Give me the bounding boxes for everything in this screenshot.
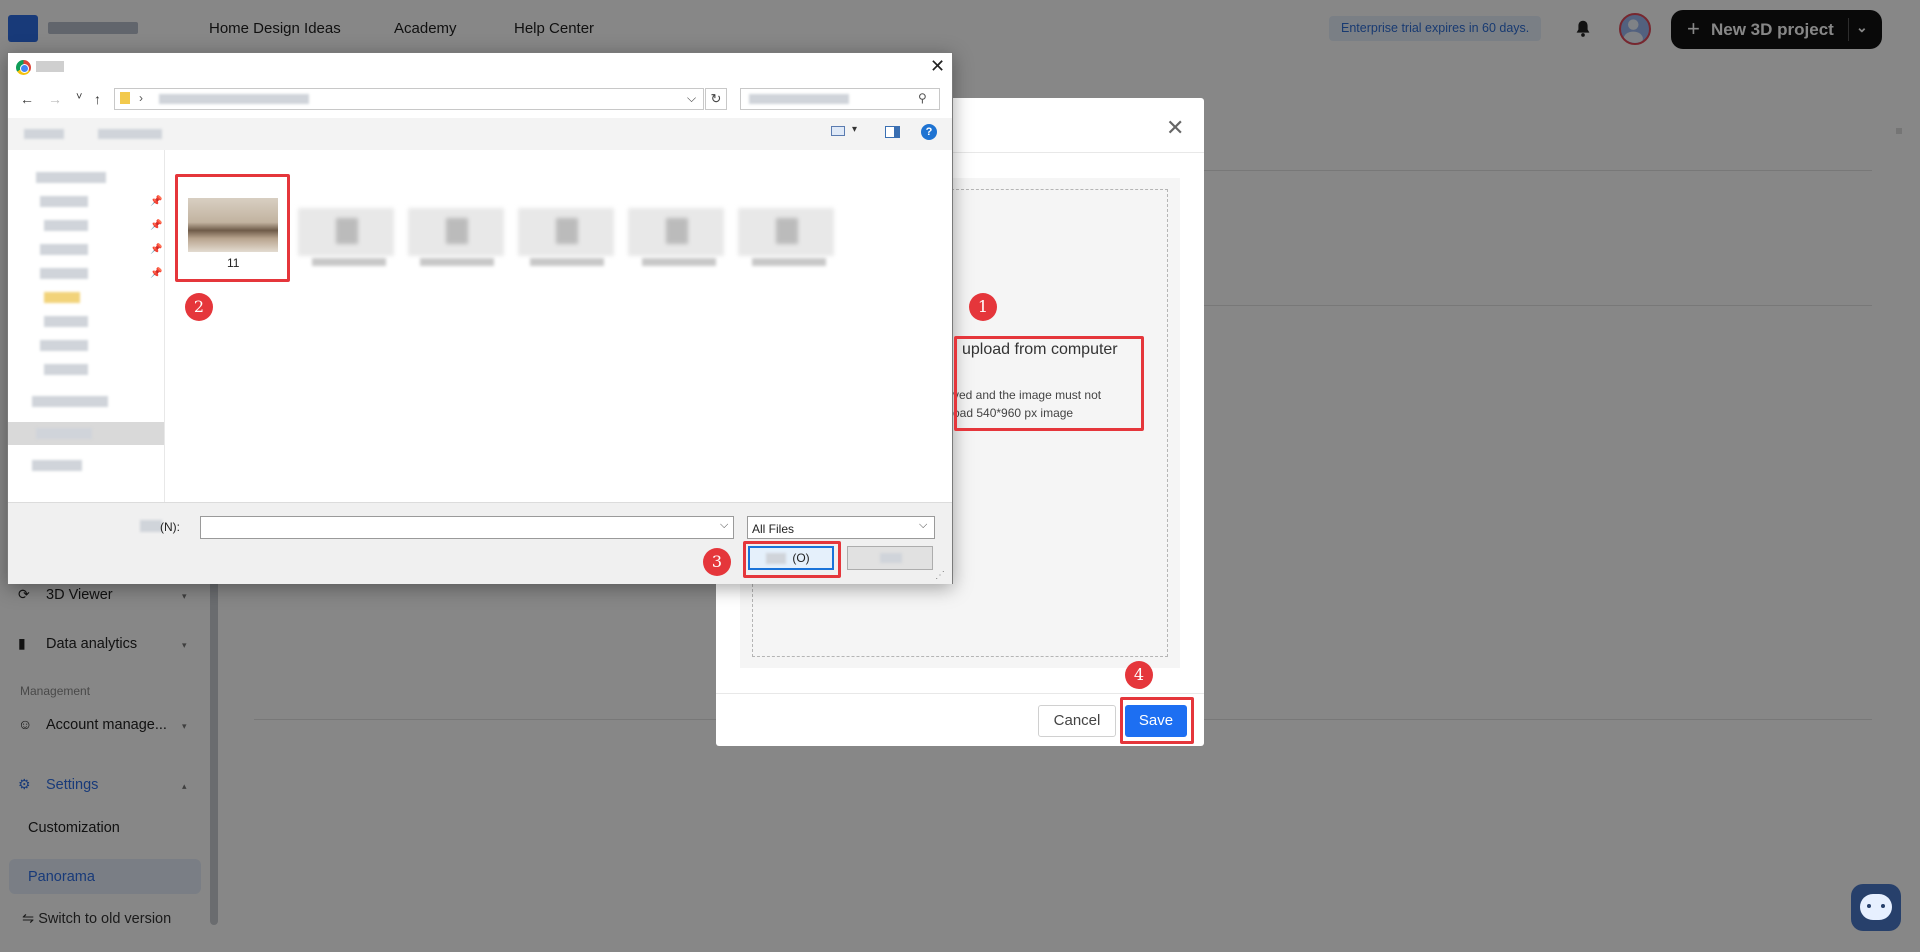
chevron-down-icon[interactable]: ⌵ [720, 519, 728, 532]
address-bar[interactable]: › ⌵ [114, 88, 704, 110]
file-thumbnail-redacted[interactable] [408, 208, 504, 256]
refresh-icon[interactable]: ↻ [705, 88, 727, 110]
file-thumbnail-redacted[interactable] [628, 208, 724, 256]
nav-item-pinned-folder[interactable] [40, 244, 88, 255]
divider [716, 693, 1204, 694]
chat-support-icon[interactable] [1851, 884, 1901, 931]
new-folder-button-redacted[interactable] [98, 129, 162, 139]
nav-item-folder[interactable] [44, 292, 80, 303]
nav-item-this-pc[interactable] [32, 396, 108, 407]
filename-input[interactable] [200, 516, 734, 539]
search-placeholder-redacted [749, 94, 849, 104]
pin-icon: 📌 [150, 268, 163, 279]
nav-item-folder[interactable] [44, 316, 88, 327]
path-redacted [159, 94, 309, 104]
file-thumbnail-redacted[interactable] [738, 208, 834, 256]
nav-item-quick-access[interactable] [36, 172, 106, 183]
pin-icon: 📌 [150, 244, 163, 255]
annotation-badge-2: 2 [185, 293, 213, 321]
nav-item-folder[interactable] [44, 364, 88, 375]
annotation-badge-3: 3 [703, 548, 731, 576]
annotation-badge-1: 1 [969, 293, 997, 321]
file-name-redacted [420, 258, 494, 266]
back-arrow-icon[interactable]: ← [20, 91, 34, 107]
pin-icon: 📌 [150, 220, 163, 231]
recent-locations-icon[interactable]: ˅ [76, 91, 82, 103]
nav-item-selected-label [36, 428, 92, 439]
close-icon[interactable]: ✕ [930, 56, 945, 77]
file-name-redacted [312, 258, 386, 266]
search-input[interactable] [740, 88, 940, 110]
file-name-redacted [752, 258, 826, 266]
nav-item-pinned-folder[interactable] [40, 196, 88, 207]
nav-item-selected[interactable] [8, 422, 164, 445]
search-icon: ⚲ [918, 91, 927, 105]
forward-arrow-icon[interactable]: → [48, 91, 62, 107]
chevron-down-icon[interactable]: ⌵ [687, 91, 696, 106]
file-thumbnail-redacted[interactable] [518, 208, 614, 256]
filename-label: (N): [160, 520, 180, 534]
nav-item-network[interactable] [32, 460, 82, 471]
nav-item-folder[interactable] [40, 340, 88, 351]
chevron-down-icon[interactable]: ⌵ [919, 519, 927, 532]
caret-down-icon[interactable]: ▾ [852, 124, 857, 135]
path-separator: › [139, 91, 143, 105]
file-type-select[interactable]: All Files [747, 516, 935, 539]
preview-pane-icon[interactable] [885, 126, 900, 138]
chrome-icon [16, 60, 31, 75]
cancel-button[interactable]: Cancel [1038, 705, 1116, 737]
file-name-redacted [530, 258, 604, 266]
annotation-box-2 [175, 174, 290, 282]
command-bar [8, 118, 952, 150]
annotation-box-1 [954, 336, 1144, 431]
annotation-badge-4: 4 [1125, 661, 1153, 689]
nav-item-pinned-folder[interactable] [44, 220, 88, 231]
dialog-title-redacted [36, 61, 64, 72]
folder-icon [120, 92, 130, 104]
organize-button-redacted[interactable] [24, 129, 64, 139]
up-arrow-icon[interactable]: ↑ [94, 91, 101, 107]
dialog-cancel-button[interactable] [847, 546, 933, 570]
help-icon[interactable]: ? [921, 124, 937, 140]
filename-label-redacted [140, 520, 162, 532]
nav-item-pinned-folder[interactable] [40, 268, 88, 279]
cancel-label-redacted [880, 553, 902, 563]
pin-icon: 📌 [150, 196, 163, 207]
annotation-box-4 [1120, 697, 1194, 744]
view-mode-icon[interactable] [831, 126, 845, 136]
file-thumbnail-redacted[interactable] [298, 208, 394, 256]
close-icon[interactable]: ✕ [1166, 115, 1184, 141]
resize-grip-icon[interactable]: ⋰ [935, 570, 945, 581]
annotation-box-3 [743, 541, 841, 578]
file-name-redacted [642, 258, 716, 266]
